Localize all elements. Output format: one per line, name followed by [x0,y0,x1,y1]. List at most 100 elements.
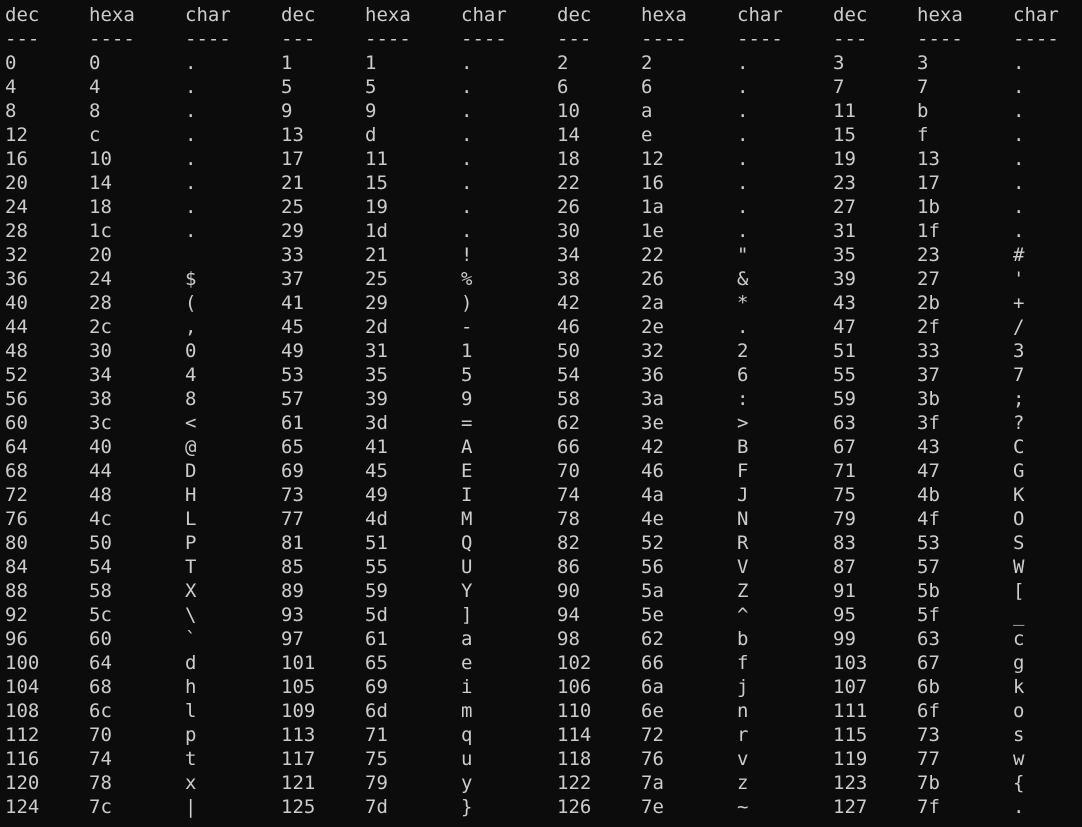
cell-hexa: 5 [365,76,377,98]
cell-char: . [461,220,473,242]
cell-dec: 123 [833,772,868,794]
header-dec: dec [281,4,316,26]
cell-hexa: 12 [641,148,664,170]
cell-char: . [185,76,197,98]
cell-char: . [737,196,749,218]
cell-char: P [185,532,197,554]
cell-hexa: 2 [641,52,653,74]
cell-dec: 26 [557,196,580,218]
cell-dec: 51 [833,340,856,362]
cell-hexa: 15 [365,172,388,194]
cell-dec: 89 [281,580,304,602]
cell-dec: 2 [557,52,569,74]
cell-char: s [1013,724,1025,746]
cell-hexa: 51 [365,532,388,554]
cell-dec: 33 [281,244,304,266]
cell-char: . [185,172,197,194]
cell-dec: 81 [281,532,304,554]
cell-hexa: 64 [89,652,112,674]
cell-dec: 45 [281,316,304,338]
cell-dec: 48 [5,340,28,362]
cell-hexa: 66 [641,652,664,674]
cell-hexa: 0 [89,52,101,74]
cell-char: Z [737,580,749,602]
cell-dec: 95 [833,604,856,626]
separator-char: ---- [461,28,507,50]
cell-hexa: 59 [365,580,388,602]
cell-hexa: 1a [641,196,664,218]
cell-hexa: 20 [89,244,112,266]
cell-hexa: 6d [365,700,388,722]
cell-char: # [1013,244,1025,266]
cell-char: D [185,460,197,482]
header-hexa: hexa [89,4,135,26]
cell-char: \ [185,604,197,626]
cell-dec: 41 [281,292,304,314]
cell-hexa: 7a [641,772,664,794]
cell-hexa: 36 [641,364,664,386]
cell-dec: 116 [5,748,40,770]
cell-char: . [185,220,197,242]
cell-char: m [461,700,473,722]
cell-char: ; [1013,388,1025,410]
separator-hexa: ---- [89,28,135,50]
cell-char: y [461,772,473,794]
cell-dec: 6 [557,76,569,98]
cell-dec: 121 [281,772,316,794]
cell-dec: 1 [281,52,293,74]
cell-char: k [1013,676,1025,698]
cell-dec: 25 [281,196,304,218]
cell-dec: 46 [557,316,580,338]
cell-char: f [737,652,749,674]
cell-dec: 56 [5,388,28,410]
cell-char: . [1013,220,1025,242]
cell-dec: 126 [557,796,592,818]
cell-hexa: 3d [365,412,388,434]
cell-hexa: 24 [89,268,112,290]
cell-hexa: 5f [917,604,940,626]
cell-dec: 70 [557,460,580,482]
cell-char: . [461,196,473,218]
cell-dec: 74 [557,484,580,506]
cell-dec: 102 [557,652,592,674]
cell-hexa: 41 [365,436,388,458]
cell-dec: 29 [281,220,304,242]
cell-char: H [185,484,197,506]
terminal-window[interactable]: dec hexa char dec hexa char dec hexa char dec hexa… [0,0,1082,827]
cell-dec: 83 [833,532,856,554]
cell-char: ? [1013,412,1025,434]
cell-hexa: 1f [917,220,940,242]
cell-hexa: 56 [641,556,664,578]
cell-char: a [461,628,473,650]
cell-hexa: 4b [917,484,940,506]
cell-hexa: 58 [89,580,112,602]
cell-char: ( [185,292,197,314]
cell-hexa: 11 [365,148,388,170]
cell-char: M [461,508,473,530]
cell-hexa: 60 [89,628,112,650]
cell-hexa: 2a [641,292,664,314]
cell-char: . [737,148,749,170]
cell-dec: 11 [833,100,856,122]
header-dec: dec [557,4,592,26]
cell-dec: 84 [5,556,28,578]
cell-hexa: 23 [917,244,940,266]
cell-char: . [1013,100,1025,122]
cell-dec: 59 [833,388,856,410]
cell-char: < [185,412,197,434]
cell-char: . [461,124,473,146]
cell-dec: 27 [833,196,856,218]
cell-char: I [461,484,473,506]
cell-dec: 64 [5,436,28,458]
cell-char: 0 [185,340,197,362]
cell-dec: 107 [833,676,868,698]
cell-hexa: 38 [89,388,112,410]
cell-hexa: 1c [89,220,112,242]
cell-char: c [1013,628,1025,650]
header-char: char [185,4,231,26]
cell-hexa: 30 [89,340,112,362]
cell-char: i [461,676,473,698]
cell-char: 3 [1013,340,1025,362]
cell-dec: 24 [5,196,28,218]
cell-dec: 124 [5,796,40,818]
